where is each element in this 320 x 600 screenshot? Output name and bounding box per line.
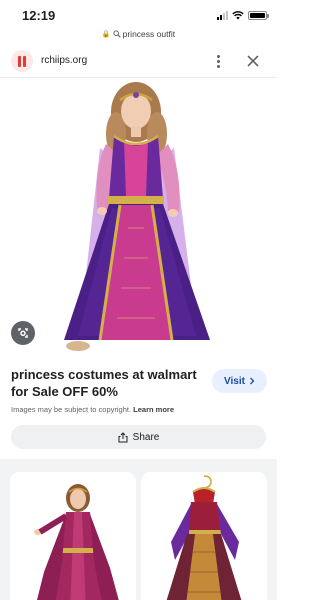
url-bar[interactable]: 🔒 princess outfit xyxy=(0,26,277,42)
status-icons xyxy=(217,10,269,20)
share-button[interactable]: Share xyxy=(11,425,266,449)
search-icon xyxy=(113,30,121,38)
lock-icon: 🔒 xyxy=(101,31,111,38)
share-icon xyxy=(118,431,128,442)
result-image[interactable] xyxy=(0,78,277,360)
close-icon[interactable] xyxy=(244,52,262,70)
visit-label: Visit xyxy=(224,375,245,387)
status-bar: 12:19 xyxy=(0,0,277,26)
url-text: princess outfit xyxy=(122,29,176,39)
section-divider xyxy=(0,459,277,467)
copyright-notice: Images may be subject to copyright. Lear… xyxy=(11,405,174,414)
site-name[interactable]: rchiips.org xyxy=(41,55,87,66)
cellular-signal-icon xyxy=(217,10,228,20)
result-title[interactable]: princess costumes at walmart for Sale OF… xyxy=(11,366,206,400)
related-images xyxy=(0,467,277,600)
lens-icon[interactable] xyxy=(11,321,35,345)
site-favicon-icon[interactable] xyxy=(11,50,33,72)
learn-more-link[interactable]: Learn more xyxy=(133,405,174,414)
related-image-card[interactable] xyxy=(141,472,267,600)
share-label: Share xyxy=(132,431,160,443)
visit-button[interactable]: Visit xyxy=(212,369,267,393)
result-header: rchiips.org xyxy=(0,46,277,78)
battery-icon xyxy=(248,10,269,20)
chevron-right-icon xyxy=(250,377,255,385)
wifi-icon xyxy=(232,10,244,20)
more-vert-icon[interactable] xyxy=(210,51,226,71)
status-time: 12:19 xyxy=(22,8,56,23)
copyright-text: Images may be subject to copyright. xyxy=(11,405,132,414)
related-image-card[interactable] xyxy=(10,472,136,600)
